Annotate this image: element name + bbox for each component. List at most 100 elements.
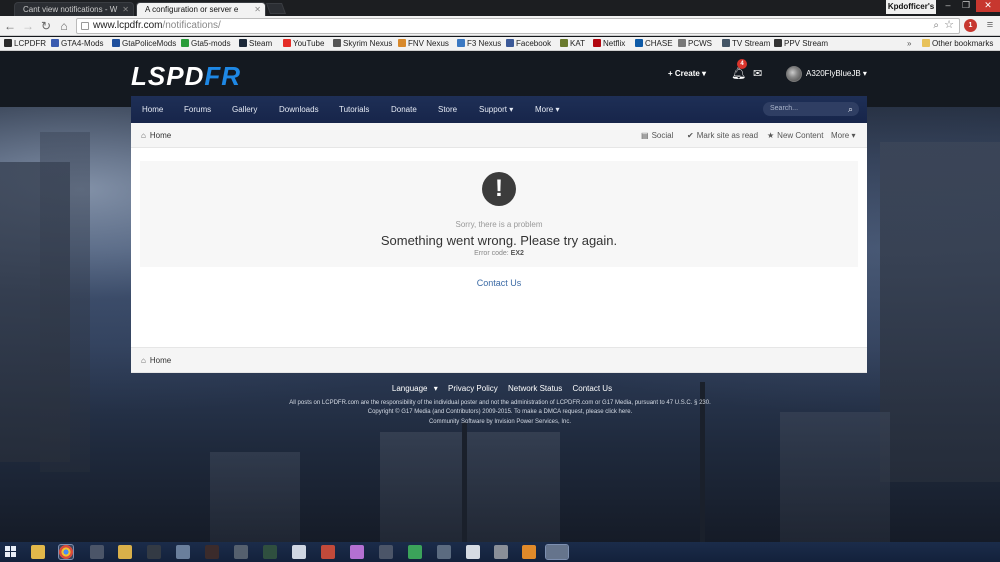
user-menu[interactable]: A320FlyBlueJB ▾: [806, 69, 867, 79]
disc-icon[interactable]: [437, 545, 451, 559]
browser-tab-notifications[interactable]: Cant view notifications - W ✕: [14, 2, 134, 16]
bookmark-item[interactable]: LCPDFR: [4, 37, 46, 50]
tool-icon[interactable]: [379, 545, 393, 559]
new-content-link[interactable]: ★ New Content: [767, 123, 823, 148]
new-tab-button[interactable]: [265, 3, 287, 14]
bookmark-item[interactable]: Steam: [239, 37, 272, 50]
chrome-icon[interactable]: [58, 544, 74, 560]
footer-software-credit: Community Software by Invision Power Ser…: [428, 419, 572, 425]
app-icon[interactable]: [234, 545, 248, 559]
cmd-icon[interactable]: [522, 545, 536, 559]
mail-icon[interactable]: [176, 545, 190, 559]
footer-privacy-policy[interactable]: Privacy Policy: [448, 384, 498, 393]
nav-gallery[interactable]: Gallery: [232, 96, 257, 123]
background-billboard: [780, 412, 890, 542]
more-actions-link[interactable]: More ▾: [831, 123, 855, 148]
browser-icon[interactable]: [292, 545, 306, 559]
footer-network-status[interactable]: Network Status: [508, 384, 562, 393]
error-code-value: EX2: [510, 250, 524, 257]
search-input[interactable]: Search... ⌕: [763, 102, 859, 116]
app-red-icon[interactable]: [321, 545, 335, 559]
bookmark-label: GTA4-Mods: [61, 39, 104, 48]
breadcrumb[interactable]: ⌂ Home: [141, 123, 171, 148]
bookmark-icon: [333, 39, 341, 47]
green-app-icon[interactable]: [408, 545, 422, 559]
breadcrumb[interactable]: ⌂ Home: [141, 348, 171, 373]
nav-downloads[interactable]: Downloads: [279, 96, 319, 123]
bookmark-item[interactable]: Skyrim Nexus: [333, 37, 392, 50]
task-manager-icon[interactable]: [494, 545, 508, 559]
nav-support-label: Support: [479, 105, 508, 114]
bookmark-label: Other bookmarks: [932, 39, 994, 48]
bookmark-item[interactable]: FNV Nexus: [398, 37, 449, 50]
bookmark-item[interactable]: GtaPoliceMods: [112, 37, 176, 50]
other-bookmarks-folder[interactable]: Other bookmarks: [922, 37, 993, 50]
contact-us-link[interactable]: Contact Us: [131, 278, 867, 288]
browser-tab-error[interactable]: A configuration or server e ✕: [136, 2, 266, 16]
address-bar[interactable]: www.lcpdfr.com/notifications/ ⌕ ☆: [76, 18, 960, 34]
minimize-icon[interactable]: –: [938, 0, 958, 12]
nav-forums[interactable]: Forums: [184, 96, 211, 123]
bookmark-item[interactable]: GTA4-Mods: [51, 37, 104, 50]
bookmark-label: LCPDFR: [14, 39, 47, 48]
site-logo[interactable]: LSPDFR: [131, 62, 241, 90]
app-window-icon[interactable]: [545, 544, 569, 560]
nav-home[interactable]: Home: [142, 96, 163, 123]
close-window-icon[interactable]: ✕: [976, 0, 1000, 12]
bookmark-item[interactable]: Netflix: [593, 37, 625, 50]
bookmarks-overflow-button[interactable]: »: [907, 37, 911, 50]
bookmark-item[interactable]: PCWS: [678, 37, 712, 50]
home-icon[interactable]: ⌂: [56, 18, 72, 34]
nav-more[interactable]: More ▾: [535, 96, 559, 123]
breadcrumb-home: Home: [149, 356, 172, 365]
back-icon[interactable]: ←: [2, 18, 18, 34]
bookmark-icon: [51, 39, 59, 47]
browser-menu-icon[interactable]: ≡: [984, 19, 996, 32]
system-icon[interactable]: [263, 545, 277, 559]
footer-contact-us[interactable]: Contact Us: [573, 384, 613, 393]
app-purple-icon[interactable]: [350, 545, 364, 559]
nav-donate[interactable]: Donate: [391, 96, 417, 123]
nav-store[interactable]: Store: [438, 96, 457, 123]
nav-support[interactable]: Support ▾: [479, 96, 513, 123]
profile-button[interactable]: Kpdofficer's: [886, 0, 936, 14]
search-icon[interactable]: ⌕: [848, 102, 853, 116]
bookmark-item[interactable]: PPV Stream: [774, 37, 828, 50]
bookmark-item[interactable]: Gta5-mods: [181, 37, 231, 50]
home-icon: ⌂: [141, 356, 146, 365]
folder-icon[interactable]: [118, 545, 132, 559]
social-link[interactable]: ▤ Social: [641, 123, 673, 148]
forward-icon[interactable]: →: [20, 18, 36, 34]
bookmark-item[interactable]: YouTube: [283, 37, 324, 50]
mixer-icon[interactable]: [90, 545, 104, 559]
bookmark-item[interactable]: TV Stream: [722, 37, 770, 50]
mark-site-read-link[interactable]: ✔ Mark site as read: [687, 123, 758, 148]
breadcrumb-home: Home: [149, 131, 172, 140]
reload-icon[interactable]: ↻: [38, 18, 54, 34]
bookmark-item[interactable]: Facebook: [506, 37, 551, 50]
avatar[interactable]: [786, 66, 802, 82]
error-message-box: ! Sorry, there is a problem Something we…: [140, 161, 858, 267]
extension-badge[interactable]: 1: [964, 19, 977, 32]
bookmark-star-icon[interactable]: ☆: [944, 18, 954, 32]
bookmark-item[interactable]: KAT: [560, 37, 585, 50]
new-content-label: New Content: [777, 131, 824, 140]
bookmark-item[interactable]: CHASE: [635, 37, 673, 50]
media-icon[interactable]: [147, 545, 161, 559]
steam-icon[interactable]: [466, 545, 480, 559]
bookmark-icon: [678, 39, 686, 47]
restore-icon[interactable]: ❐: [956, 0, 976, 12]
notification-count-badge: 4: [737, 59, 747, 69]
bookmark-icon: [398, 39, 406, 47]
footer-language[interactable]: Language ▾: [388, 384, 438, 393]
bookmark-item[interactable]: F3 Nexus: [457, 37, 501, 50]
start-menu-icon[interactable]: [5, 546, 17, 558]
tab-close-icon[interactable]: ✕: [122, 3, 129, 16]
messages-envelope-icon[interactable]: ✉: [753, 68, 762, 80]
nav-tutorials[interactable]: Tutorials: [339, 96, 369, 123]
tab-close-icon[interactable]: ✕: [254, 3, 261, 16]
background-billboard: [210, 452, 300, 542]
create-button[interactable]: + Create ▾: [668, 69, 706, 79]
file-explorer-icon[interactable]: [31, 545, 45, 559]
game-icon[interactable]: [205, 545, 219, 559]
